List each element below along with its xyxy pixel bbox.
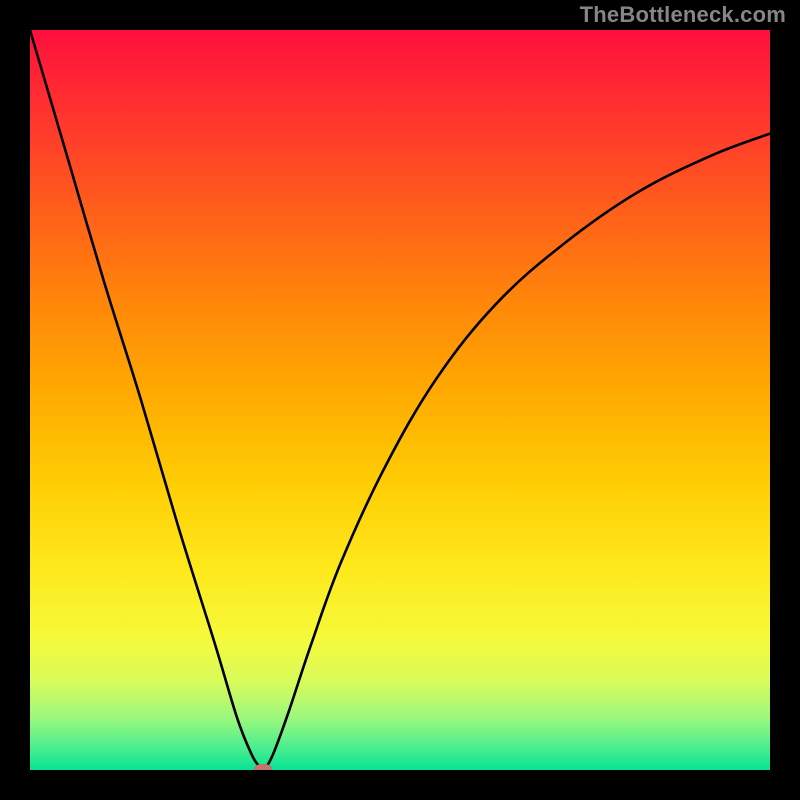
- minimum-marker: [254, 764, 272, 770]
- plot-area: [30, 30, 770, 770]
- watermark-text: TheBottleneck.com: [580, 2, 786, 28]
- chart-container: TheBottleneck.com: [0, 0, 800, 800]
- bottleneck-curve: [30, 30, 770, 770]
- curve-svg: [30, 30, 770, 770]
